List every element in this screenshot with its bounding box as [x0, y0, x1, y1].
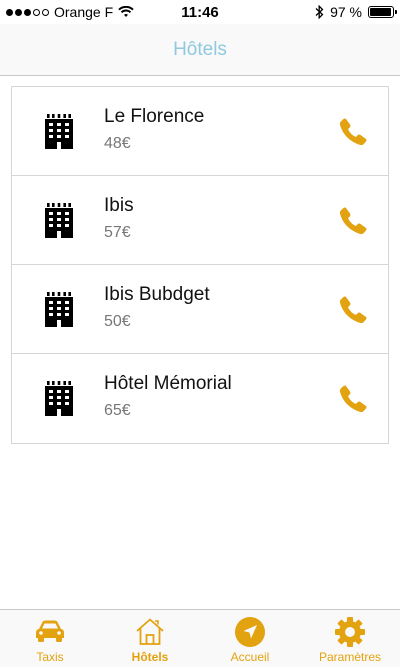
car-icon [36, 620, 64, 642]
navigation-bar: Hôtels [0, 24, 400, 76]
gear-icon [335, 617, 365, 647]
battery-icon [368, 6, 397, 18]
tab-label: Paramètres [318, 650, 382, 664]
hotel-name: Ibis [104, 195, 134, 216]
building-icon [42, 380, 76, 416]
tab-accueil[interactable]: Accueil [200, 610, 300, 667]
phone-icon[interactable] [338, 384, 368, 414]
hotel-name: Hôtel Mémorial [104, 373, 232, 394]
hotel-price: 48€ [104, 135, 131, 152]
hotel-price: 57€ [104, 224, 131, 241]
list-item[interactable]: Le Florence 48€ [12, 87, 388, 176]
battery-fill [370, 8, 392, 16]
bluetooth-icon [315, 5, 324, 19]
tab-hotels[interactable]: Hôtels [100, 610, 200, 667]
status-right: 97 % [315, 4, 397, 20]
list-item[interactable]: Ibis Bubdget 50€ [12, 265, 388, 354]
building-icon [42, 202, 76, 238]
tab-parametres[interactable]: Paramètres [300, 610, 400, 667]
building-icon [42, 291, 76, 327]
building-icon [42, 113, 76, 149]
tab-taxis[interactable]: Taxis [0, 610, 100, 667]
battery-percent: 97 % [330, 4, 362, 20]
phone-icon[interactable] [338, 117, 368, 147]
status-bar: Orange F 11:46 97 % [0, 0, 400, 24]
hotel-price: 65€ [104, 402, 131, 419]
tab-bar: Taxis Hôtels Accueil Paramètres [0, 609, 400, 667]
hotel-list: Le Florence 48€ Ibis 57€ Ibis Bubdget 50€ Hôte… [11, 86, 389, 444]
tab-label: Accueil [230, 650, 270, 664]
phone-icon[interactable] [338, 295, 368, 325]
house-icon [136, 618, 164, 645]
page-title: Hôtels [173, 38, 227, 60]
navigation-arrow-icon [235, 617, 265, 647]
tab-label: Hôtels [131, 650, 169, 664]
list-item[interactable]: Ibis 57€ [12, 176, 388, 265]
list-item[interactable]: Hôtel Mémorial 65€ [12, 354, 388, 443]
hotel-name: Ibis Bubdget [104, 284, 210, 305]
hotel-name: Le Florence [104, 106, 205, 127]
hotel-price: 50€ [104, 313, 131, 330]
app-screen: Orange F 11:46 97 % Hôtels Le Florence 48… [0, 0, 400, 667]
phone-icon[interactable] [338, 206, 368, 236]
tab-label: Taxis [36, 650, 64, 664]
